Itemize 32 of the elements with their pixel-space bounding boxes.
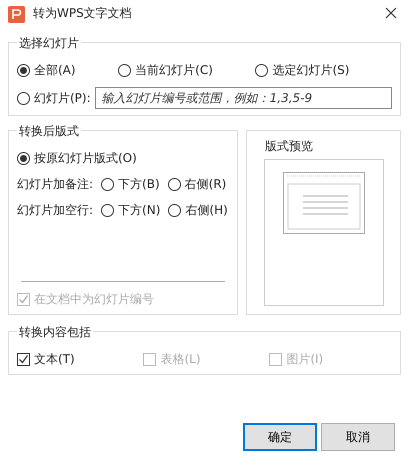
radio-button[interactable]	[101, 178, 114, 190]
app-logo-icon	[8, 4, 25, 22]
radio-button[interactable]	[17, 152, 30, 164]
radio-label[interactable]: 下方(N)	[118, 201, 160, 219]
checkbox[interactable]	[17, 352, 30, 366]
checkbox-label[interactable]: 文本(T)	[34, 350, 75, 368]
radio-button[interactable]	[17, 92, 30, 104]
radio-button[interactable]	[168, 178, 181, 190]
window-title: 转为WPS文字文档	[33, 5, 133, 22]
option-label: 幻灯片加空行:	[17, 202, 94, 219]
preview-title: 版式预览	[265, 138, 313, 155]
group-title: 转换后版式	[17, 122, 81, 140]
group-title: 选择幻灯片	[17, 34, 81, 52]
group-title: 转换内容包括	[17, 323, 93, 341]
radio-label[interactable]: 全部(A)	[34, 61, 76, 79]
radio-button[interactable]	[168, 204, 182, 216]
radio-label[interactable]: 按原幻灯片版式(O)	[34, 149, 137, 167]
radio-label[interactable]: 幻灯片(P):	[34, 89, 91, 107]
close-icon[interactable]	[385, 7, 397, 19]
radio-button[interactable]	[17, 64, 30, 76]
radio-button[interactable]	[118, 64, 132, 76]
option-label: 幻灯片加备注:	[17, 176, 94, 193]
radio-button[interactable]	[101, 204, 114, 216]
ok-button[interactable]: 确定	[243, 423, 317, 451]
radio-button[interactable]	[255, 64, 268, 76]
range-input[interactable]: 输入幻灯片编号或范围，例如：1,3,5-9	[94, 87, 392, 109]
radio-label[interactable]: 右侧(H)	[185, 201, 228, 219]
radio-label[interactable]: 选定幻灯片(S)	[272, 61, 350, 79]
cancel-button[interactable]: 取消	[321, 423, 395, 451]
radio-label[interactable]: 下方(B)	[118, 175, 160, 193]
radio-label[interactable]: 右侧(R)	[184, 175, 226, 193]
radio-label[interactable]: 当前幻灯片(C)	[135, 61, 213, 79]
